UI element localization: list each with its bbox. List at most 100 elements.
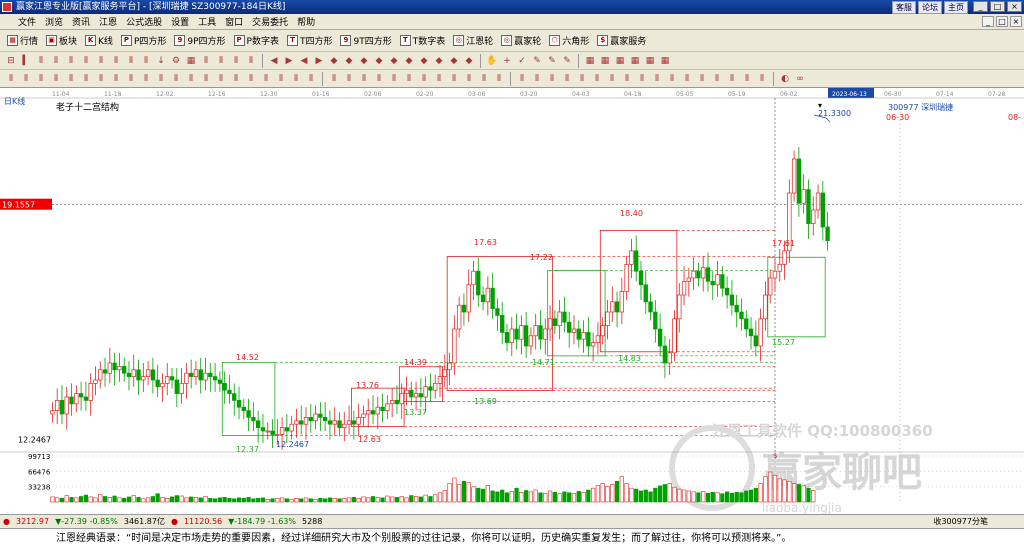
analysis-tool-icon-38[interactable]: ⫴ bbox=[560, 72, 574, 86]
analysis-tool-icon-17[interactable]: ⫴ bbox=[259, 72, 273, 86]
analysis-tool-icon-33[interactable]: ⫴ bbox=[492, 72, 506, 86]
draw-tool-icon-20[interactable]: ◀ bbox=[297, 54, 311, 68]
draw-tool-icon-31[interactable]: ◆ bbox=[462, 54, 476, 68]
toolbar-button-8[interactable]: T T数字表 bbox=[397, 32, 449, 50]
draw-tool-icon-14[interactable]: ⫴ bbox=[214, 54, 228, 68]
draw-tool-icon-45[interactable]: ▦ bbox=[658, 54, 672, 68]
draw-tool-icon-28[interactable]: ◆ bbox=[417, 54, 431, 68]
analysis-tool-icon-9[interactable]: ⫴ bbox=[139, 72, 153, 86]
toolbar-button-11[interactable]: ⬡ 六角形 bbox=[546, 32, 592, 50]
close-button[interactable]: × bbox=[1007, 1, 1022, 12]
toolbar-button-5[interactable]: P P数字表 bbox=[231, 32, 282, 50]
maximize-button[interactable]: □ bbox=[990, 1, 1005, 12]
analysis-tool-icon-26[interactable]: ⫴ bbox=[387, 72, 401, 86]
draw-tool-icon-0[interactable]: ⊟ bbox=[4, 54, 18, 68]
toolbar-button-9[interactable]: ◎ 江恩轮 bbox=[450, 32, 496, 50]
draw-tool-icon-25[interactable]: ◆ bbox=[372, 54, 386, 68]
draw-tool-icon-37[interactable]: ✎ bbox=[545, 54, 559, 68]
child-close-button[interactable]: × bbox=[1010, 16, 1022, 27]
draw-tool-icon-24[interactable]: ◆ bbox=[357, 54, 371, 68]
analysis-tool-icon-30[interactable]: ⫴ bbox=[447, 72, 461, 86]
menu-file[interactable]: 文件 bbox=[18, 15, 36, 28]
draw-tool-icon-30[interactable]: ◆ bbox=[447, 54, 461, 68]
draw-tool-icon-33[interactable]: ✋ bbox=[485, 54, 499, 68]
draw-tool-icon-4[interactable]: ⫴ bbox=[64, 54, 78, 68]
tick-data-label[interactable]: 收300977分笔 bbox=[933, 516, 988, 527]
draw-tool-icon-13[interactable]: ⫴ bbox=[199, 54, 213, 68]
menu-help[interactable]: 帮助 bbox=[297, 15, 315, 28]
draw-tool-icon-44[interactable]: ▦ bbox=[643, 54, 657, 68]
analysis-tool-icon-39[interactable]: ⫴ bbox=[575, 72, 589, 86]
menu-tools[interactable]: 工具 bbox=[198, 15, 216, 28]
toolbar-button-6[interactable]: T T四方形 bbox=[284, 32, 336, 50]
draw-tool-icon-3[interactable]: ⫴ bbox=[49, 54, 63, 68]
analysis-tool-icon-1[interactable]: ⫴ bbox=[19, 72, 33, 86]
analysis-tool-icon-14[interactable]: ⫴ bbox=[214, 72, 228, 86]
link-kefu[interactable]: 客服 bbox=[892, 1, 916, 14]
draw-tool-icon-26[interactable]: ◆ bbox=[387, 54, 401, 68]
analysis-tool-icon-22[interactable]: ⫴ bbox=[327, 72, 341, 86]
analysis-tool-icon-31[interactable]: ⫴ bbox=[462, 72, 476, 86]
draw-tool-icon-22[interactable]: ◆ bbox=[327, 54, 341, 68]
menu-browse[interactable]: 浏览 bbox=[45, 15, 63, 28]
toolbar-button-2[interactable]: K K线 bbox=[82, 32, 116, 50]
analysis-tool-icon-29[interactable]: ⫴ bbox=[432, 72, 446, 86]
analysis-tool-icon-43[interactable]: ⫴ bbox=[635, 72, 649, 86]
analysis-tool-icon-16[interactable]: ⫴ bbox=[244, 72, 258, 86]
toolbar-button-10[interactable]: ◎ 赢家轮 bbox=[498, 32, 544, 50]
menu-news[interactable]: 资讯 bbox=[72, 15, 90, 28]
draw-tool-icon-21[interactable]: ▶ bbox=[312, 54, 326, 68]
toolbar-button-0[interactable]: ▦ 行情 bbox=[4, 32, 41, 50]
link-home[interactable]: 主页 bbox=[944, 1, 968, 14]
analysis-tool-icon-25[interactable]: ⫴ bbox=[372, 72, 386, 86]
draw-tool-icon-12[interactable]: ▦ bbox=[184, 54, 198, 68]
toolbar-button-3[interactable]: P P四方形 bbox=[118, 32, 169, 50]
draw-tool-icon-35[interactable]: ✓ bbox=[515, 54, 529, 68]
analysis-tool-icon-11[interactable]: ⫴ bbox=[169, 72, 183, 86]
menu-formula[interactable]: 公式选股 bbox=[126, 15, 162, 28]
analysis-tool-icon-18[interactable]: ⫴ bbox=[274, 72, 288, 86]
minimize-button[interactable]: _ bbox=[973, 1, 988, 12]
toolbar-button-4[interactable]: 9 9P四方形 bbox=[171, 32, 228, 50]
analysis-tool-icon-5[interactable]: ⫴ bbox=[79, 72, 93, 86]
analysis-tool-icon-4[interactable]: ⫴ bbox=[64, 72, 78, 86]
draw-tool-icon-1[interactable]: ▍ bbox=[19, 54, 33, 68]
analysis-tool-icon-7[interactable]: ⫴ bbox=[109, 72, 123, 86]
draw-tool-icon-2[interactable]: ⫴ bbox=[34, 54, 48, 68]
draw-tool-icon-6[interactable]: ⫴ bbox=[94, 54, 108, 68]
analysis-tool-icon-19[interactable]: ⫴ bbox=[289, 72, 303, 86]
draw-tool-icon-15[interactable]: ⫴ bbox=[229, 54, 243, 68]
draw-tool-icon-42[interactable]: ▦ bbox=[613, 54, 627, 68]
child-restore-button[interactable]: □ bbox=[996, 16, 1008, 27]
analysis-tool-icon-15[interactable]: ⫴ bbox=[229, 72, 243, 86]
draw-tool-icon-9[interactable]: ⫴ bbox=[139, 54, 153, 68]
analysis-tool-icon-35[interactable]: ⫴ bbox=[515, 72, 529, 86]
analysis-tool-icon-47[interactable]: ⫴ bbox=[695, 72, 709, 86]
analysis-tool-icon-23[interactable]: ⫴ bbox=[342, 72, 356, 86]
link-forum[interactable]: 论坛 bbox=[918, 1, 942, 14]
analysis-tool-icon-36[interactable]: ⫴ bbox=[530, 72, 544, 86]
draw-tool-icon-34[interactable]: + bbox=[500, 54, 514, 68]
draw-tool-icon-18[interactable]: ◀ bbox=[267, 54, 281, 68]
analysis-tool-icon-28[interactable]: ⫴ bbox=[417, 72, 431, 86]
draw-tool-icon-41[interactable]: ▦ bbox=[598, 54, 612, 68]
analysis-tool-icon-24[interactable]: ⫴ bbox=[357, 72, 371, 86]
analysis-tool-icon-20[interactable]: ⫴ bbox=[304, 72, 318, 86]
analysis-tool-icon-37[interactable]: ⫴ bbox=[545, 72, 559, 86]
analysis-tool-icon-0[interactable]: ⫴ bbox=[4, 72, 18, 86]
draw-tool-icon-29[interactable]: ◆ bbox=[432, 54, 446, 68]
menu-settings[interactable]: 设置 bbox=[171, 15, 189, 28]
analysis-tool-icon-42[interactable]: ⫴ bbox=[620, 72, 634, 86]
analysis-tool-icon-50[interactable]: ⫴ bbox=[740, 72, 754, 86]
menu-gann[interactable]: 江恩 bbox=[99, 15, 117, 28]
draw-tool-icon-40[interactable]: ▦ bbox=[583, 54, 597, 68]
analysis-tool-icon-53[interactable]: ◐ bbox=[778, 72, 792, 86]
kline-chart[interactable]: 11-04 11-18 12-02 12-16 12-30 01-16 02-06 02-20… bbox=[0, 88, 1024, 514]
analysis-tool-icon-48[interactable]: ⫴ bbox=[710, 72, 724, 86]
draw-tool-icon-36[interactable]: ✎ bbox=[530, 54, 544, 68]
menu-window[interactable]: 窗口 bbox=[225, 15, 243, 28]
draw-tool-icon-27[interactable]: ◆ bbox=[402, 54, 416, 68]
draw-tool-icon-8[interactable]: ⫴ bbox=[124, 54, 138, 68]
analysis-tool-icon-6[interactable]: ⫴ bbox=[94, 72, 108, 86]
analysis-tool-icon-51[interactable]: ⫴ bbox=[755, 72, 769, 86]
